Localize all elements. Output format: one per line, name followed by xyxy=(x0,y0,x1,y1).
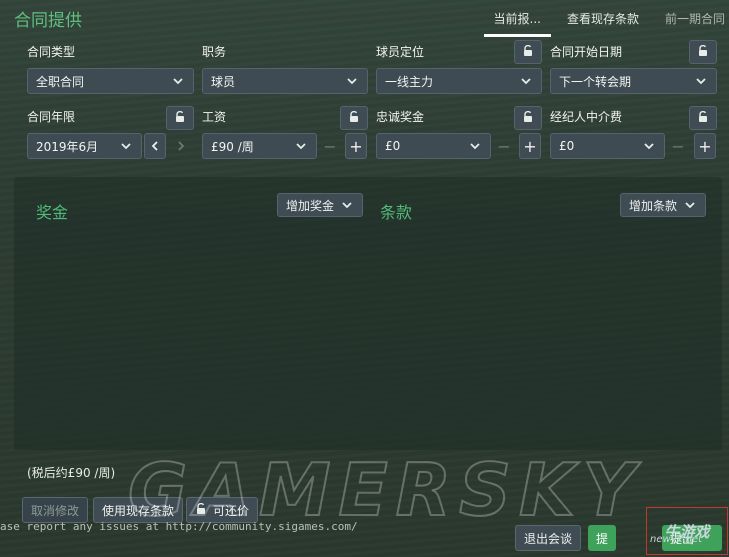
plus-icon: + xyxy=(349,136,363,156)
chevron-down-icon xyxy=(340,198,354,212)
tab-bar: 当前报... 查看现存条款 前一期合同 xyxy=(483,10,729,37)
minus-icon: − xyxy=(497,136,511,156)
loyalty-bonus-label: 忠诚奖金 xyxy=(376,110,425,124)
add-bonus-label: 增加奖金 xyxy=(286,198,335,213)
chevron-down-icon xyxy=(294,139,308,153)
squad-status-value: 一线主力 xyxy=(385,74,434,89)
chevron-down-icon xyxy=(694,74,708,88)
lock-icon xyxy=(522,44,534,60)
squad-status-lock-button[interactable] xyxy=(514,40,542,64)
agent-fee-decrease-button[interactable]: − xyxy=(667,133,689,159)
lock-icon xyxy=(697,110,709,126)
contract-type-label: 合同类型 xyxy=(27,45,76,59)
chevron-down-icon xyxy=(345,74,359,88)
chevron-down-icon xyxy=(519,74,533,88)
chevron-down-icon xyxy=(642,139,656,153)
lock-icon xyxy=(174,110,186,126)
length-value: 2019年6月 xyxy=(36,139,99,154)
wage-decrease-button[interactable]: − xyxy=(319,133,341,159)
tab-previous-contract[interactable]: 前一期合同 xyxy=(665,10,725,33)
lock-icon xyxy=(348,110,360,126)
role-value: 球员 xyxy=(211,74,236,89)
start-date-value: 下一个转会期 xyxy=(559,74,632,89)
minus-icon: − xyxy=(323,136,337,156)
plus-icon: + xyxy=(523,136,537,156)
site-logo: 牛游戏 xyxy=(646,507,728,555)
logo-subtext: newyx.net xyxy=(650,534,703,545)
start-date-lock-button[interactable] xyxy=(689,40,717,64)
add-clause-button[interactable]: 增加条款 xyxy=(620,193,707,217)
loyalty-bonus-decrease-button[interactable]: − xyxy=(493,133,515,159)
loyalty-bonus-increase-button[interactable]: + xyxy=(519,133,541,159)
tab-current-offer[interactable]: 当前报... xyxy=(483,10,552,37)
wage-value: £90 /周 xyxy=(211,139,254,154)
length-dropdown[interactable]: 2019年6月 xyxy=(27,133,142,159)
tab-existing-terms[interactable]: 查看现存条款 xyxy=(567,10,639,33)
negotiable-label: 可还价 xyxy=(213,503,250,518)
length-lock-button[interactable] xyxy=(166,106,194,130)
clauses-title: 条款 xyxy=(380,203,413,222)
agent-fee-dropdown[interactable]: £0 xyxy=(550,133,665,159)
role-label: 职务 xyxy=(202,45,227,59)
wage-lock-button[interactable] xyxy=(340,106,368,130)
partial-button[interactable]: 提 xyxy=(588,525,617,551)
length-label: 合同年限 xyxy=(27,110,76,124)
bonus-clause-panel xyxy=(14,177,722,450)
chevron-down-icon xyxy=(468,139,482,153)
add-clause-label: 增加条款 xyxy=(629,198,678,213)
wage-increase-button[interactable]: + xyxy=(345,133,367,159)
start-date-label: 合同开始日期 xyxy=(550,45,623,59)
minus-icon: − xyxy=(671,136,685,156)
squad-status-dropdown[interactable]: 一线主力 xyxy=(376,68,542,94)
loyalty-bonus-dropdown[interactable]: £0 xyxy=(376,133,491,159)
agent-fee-increase-button[interactable]: + xyxy=(694,133,716,159)
role-dropdown[interactable]: 球员 xyxy=(202,68,368,94)
lock-icon xyxy=(697,44,709,60)
after-tax-note: (税后约£90 /周) xyxy=(27,466,116,480)
plus-icon: + xyxy=(698,136,712,156)
length-next-button[interactable] xyxy=(170,133,192,159)
agent-fee-lock-button[interactable] xyxy=(689,106,717,130)
chevron-down-icon xyxy=(171,74,185,88)
wage-label: 工资 xyxy=(202,110,227,124)
loyalty-bonus-lock-button[interactable] xyxy=(514,106,542,130)
lock-icon xyxy=(195,502,207,518)
chevron-right-icon xyxy=(175,137,187,156)
contract-type-value: 全职合同 xyxy=(36,74,85,89)
chevron-down-icon xyxy=(683,198,697,212)
loyalty-bonus-value: £0 xyxy=(385,139,401,153)
add-bonus-button[interactable]: 增加奖金 xyxy=(277,193,364,217)
contract-type-dropdown[interactable]: 全职合同 xyxy=(27,68,194,94)
chevron-down-icon xyxy=(119,139,133,153)
length-prev-button[interactable] xyxy=(144,133,166,159)
agent-fee-label: 经纪人中介费 xyxy=(550,110,623,124)
page-title: 合同提供 xyxy=(14,11,82,31)
leave-talks-button[interactable]: 退出会谈 xyxy=(515,525,582,551)
chevron-left-icon xyxy=(149,137,161,156)
squad-status-label: 球员定位 xyxy=(376,45,425,59)
start-date-dropdown[interactable]: 下一个转会期 xyxy=(550,68,717,94)
status-bar: ase report any issues at http://communit… xyxy=(0,520,358,533)
bonuses-title: 奖金 xyxy=(36,203,69,222)
wage-dropdown[interactable]: £90 /周 xyxy=(202,133,317,159)
lock-icon xyxy=(522,110,534,126)
agent-fee-value: £0 xyxy=(559,139,575,153)
